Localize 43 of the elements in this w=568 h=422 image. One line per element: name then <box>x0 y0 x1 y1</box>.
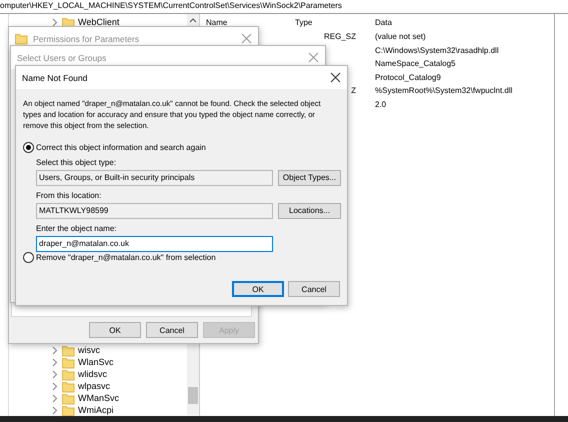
tree-item[interactable]: wlpasvc <box>78 381 110 391</box>
dialog-title: Select Users or Groups <box>17 52 108 62</box>
value-type: REG_SZ <box>324 32 356 42</box>
value-data: C:\Windows\System32\rasadhlp.dll <box>375 46 499 55</box>
tree-item[interactable]: wisvc <box>78 345 100 355</box>
dialog-button[interactable]: Cancel <box>288 281 340 297</box>
value-data: (value not set) <box>375 32 426 42</box>
dialog-title: Permissions for Parameters <box>33 34 140 44</box>
value-data: %SystemRoot%\System32\fwpuclnt.dll <box>375 86 512 96</box>
dialog-button[interactable]: OK <box>89 322 141 338</box>
object-type-field[interactable]: Users, Groups, or Built-in security principals <box>36 170 273 186</box>
value-data: 2.0 <box>375 100 386 109</box>
folder-icon <box>62 380 75 392</box>
field-label: From this location: <box>36 190 102 202</box>
radio-label: Remove "draper_n@matalan.co.uk" from selection <box>36 253 216 262</box>
tree-item[interactable]: WManSvc <box>78 393 120 403</box>
column-header[interactable]: Data <box>356 18 392 27</box>
folder-icon <box>62 392 75 404</box>
locations-button[interactable]: Locations... <box>278 202 341 218</box>
tree-item[interactable]: WebClient <box>78 17 120 27</box>
object-name-field[interactable]: draper_n@matalan.co.uk <box>36 236 273 252</box>
object-types-button[interactable]: Object Types... <box>278 170 341 186</box>
value-data: Protocol_Catalog9 <box>375 72 441 82</box>
field-label: Select this object type: <box>36 157 118 169</box>
radio-button[interactable] <box>23 142 34 153</box>
tree-item[interactable]: WmiAcpi <box>78 405 114 415</box>
close-icon[interactable] <box>330 72 341 83</box>
folder-icon <box>62 356 75 368</box>
value-type: Z <box>351 86 356 96</box>
radio-label: Correct this object information and search again <box>36 143 206 152</box>
column-header[interactable]: Type <box>288 18 356 27</box>
address-bar[interactable]: omputer\HKEY_LOCAL_MACHINE\SYSTEM\CurrentControlSet\Services\WinSock2\Parameters <box>0 0 568 14</box>
value-data: NameSpace_Catalog5 <box>375 59 456 68</box>
column-header[interactable]: Name <box>200 18 288 27</box>
dialog-button[interactable]: Cancel <box>146 322 198 338</box>
folder-icon <box>62 368 75 380</box>
dialog-button[interactable]: OK <box>232 281 284 297</box>
radio-button[interactable] <box>23 252 34 263</box>
tree-item[interactable]: wlidsvc <box>78 369 108 379</box>
tree-item[interactable]: WlanSvc <box>78 357 114 367</box>
location-field[interactable]: MATLTKWLY98599 <box>36 202 273 218</box>
dialog-title: Name Not Found <box>22 72 88 82</box>
field-label: Enter the object name: <box>36 223 118 235</box>
